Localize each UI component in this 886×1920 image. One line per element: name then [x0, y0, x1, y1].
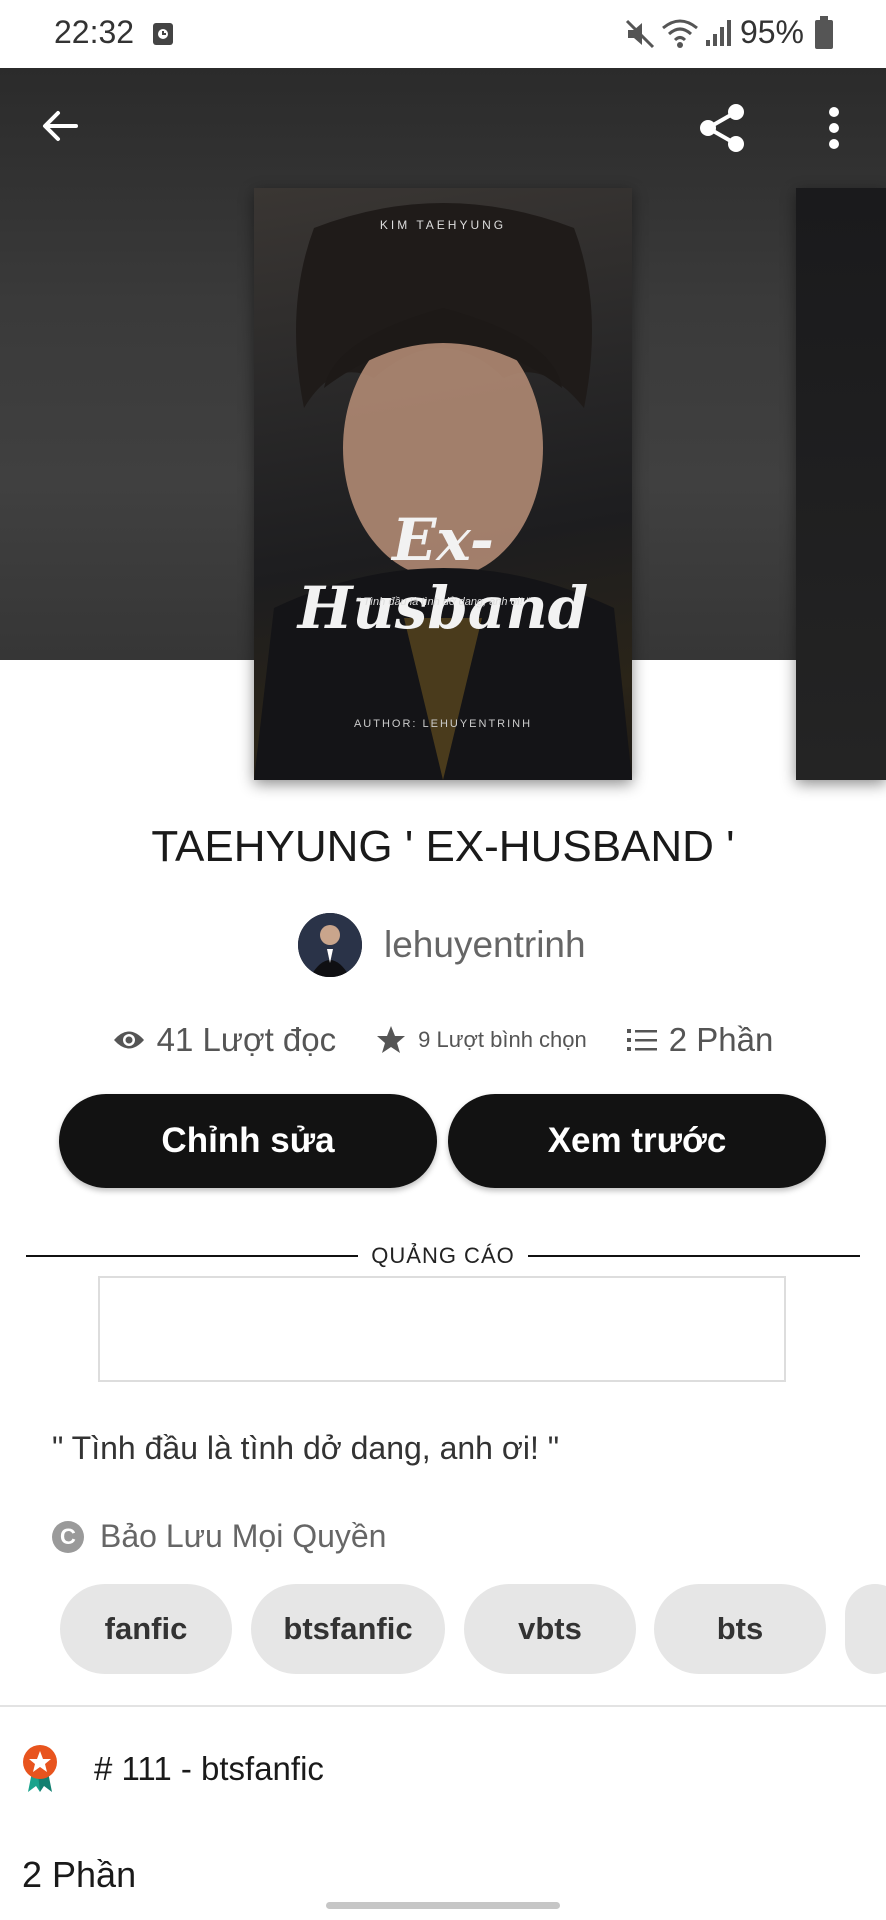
- cover-author-text: AUTHOR: LEHUYENTRINH: [353, 718, 533, 730]
- reads-stat: 41 Lượt đọc: [113, 1021, 337, 1059]
- tag-chip[interactable]: bts: [654, 1584, 826, 1674]
- reads-count: 41 Lượt đọc: [156, 1021, 337, 1058]
- author-avatar[interactable]: [298, 913, 362, 977]
- back-arrow-icon[interactable]: [40, 106, 80, 146]
- tag-chip-partial[interactable]: [845, 1584, 886, 1674]
- battery-icon: [815, 16, 833, 49]
- status-bar: 22:32 95%: [0, 0, 886, 68]
- tag-chip[interactable]: vbts: [464, 1584, 636, 1674]
- copyright-text: Bảo Lưu Mọi Quyền: [100, 1518, 387, 1554]
- story-description: " Tình đầu là tình dở dang, anh ơi! ": [52, 1430, 560, 1466]
- copyright-icon: C: [52, 1520, 84, 1553]
- rank-badge-icon: [23, 1745, 57, 1792]
- more-vertical-icon[interactable]: [822, 104, 846, 152]
- preview-button[interactable]: Xem trước: [448, 1094, 826, 1188]
- parts-stat: 2 Phần: [626, 1021, 774, 1059]
- wifi-icon: [662, 19, 698, 48]
- story-cover[interactable]: KIM TAEHYUNG Ex-Husband " Tình đầu là tì…: [254, 188, 632, 780]
- list-icon: [626, 1029, 657, 1051]
- story-stats: 41 Lượt đọc 9 Lượt bình chọn 2 Phần: [0, 1018, 886, 1062]
- cover-title-text: Ex-Husband: [297, 506, 589, 642]
- votes-stat: 9 Lượt bình chọn: [376, 1025, 587, 1055]
- next-story-cover[interactable]: [796, 188, 886, 780]
- author-name[interactable]: lehuyentrinh: [384, 924, 586, 966]
- rank-text: # 111 - btsfanfic: [94, 1750, 324, 1787]
- star-icon: [377, 1026, 406, 1053]
- parts-count: 2 Phần: [668, 1021, 774, 1058]
- home-indicator[interactable]: [326, 1902, 560, 1909]
- eye-icon: [113, 1031, 144, 1049]
- parts-heading: 2 Phần: [22, 1854, 137, 1895]
- battery-percent: 95%: [739, 14, 804, 50]
- alarm-icon: [153, 23, 173, 45]
- tag-chip[interactable]: fanfic: [60, 1584, 232, 1674]
- story-title: TAEHYUNG ' EX-HUSBAND ': [151, 822, 735, 871]
- votes-count: 9 Lượt bình chọn: [418, 1027, 587, 1052]
- rank-row[interactable]: # 111 - btsfanfic: [20, 1744, 324, 1794]
- ad-label: QUẢNG CÁO: [371, 1243, 515, 1268]
- section-divider: [0, 1705, 886, 1707]
- signal-icon: [706, 20, 731, 46]
- cover-subtitle-text: " Tình đầu là tình dở dang, anh ơi! ": [356, 596, 530, 608]
- status-time: 22:32: [54, 14, 135, 50]
- cover-top-text: KIM TAEHYUNG: [379, 218, 507, 232]
- mute-icon: [625, 19, 655, 49]
- cover-portrait-art: [254, 203, 632, 780]
- tag-chip[interactable]: btsfanfic: [251, 1584, 445, 1674]
- author-row[interactable]: lehuyentrinh: [298, 912, 586, 978]
- copyright-row: C Bảo Lưu Mọi Quyền: [52, 1518, 386, 1555]
- edit-button[interactable]: Chỉnh sửa: [59, 1094, 437, 1188]
- ad-banner[interactable]: [98, 1276, 786, 1382]
- share-icon[interactable]: [694, 100, 750, 156]
